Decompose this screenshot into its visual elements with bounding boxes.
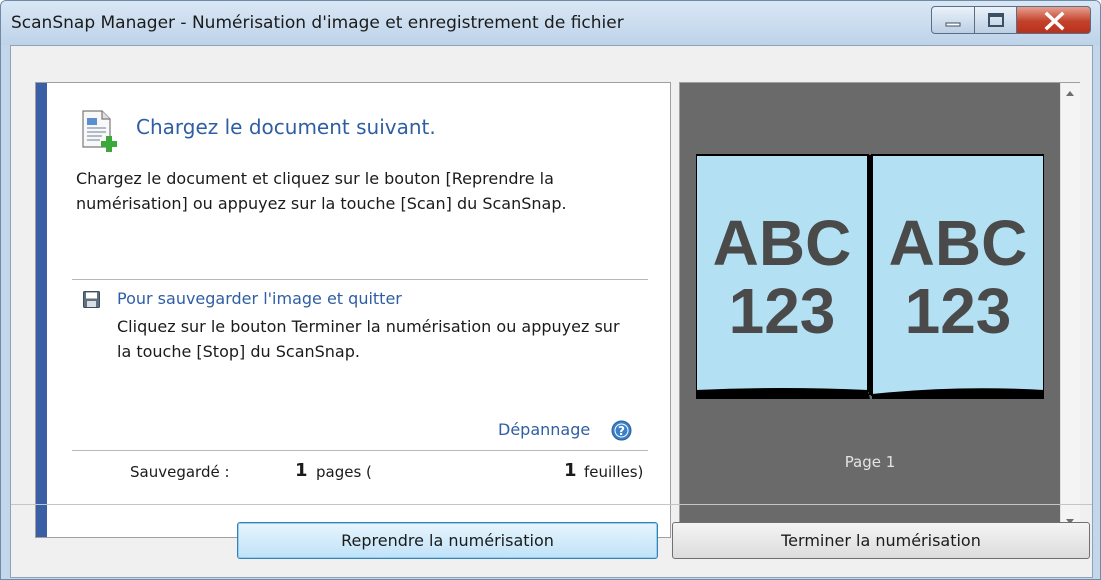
troubleshooting-link[interactable]: Dépannage [498, 420, 590, 439]
left-page-line-1: ABC [713, 207, 852, 279]
divider [72, 279, 648, 280]
page-preview: ABC 123 ABC 123 Page 1 [680, 83, 1060, 537]
minimize-button[interactable] [931, 6, 975, 34]
resume-scan-button[interactable]: Reprendre la numérisation [237, 522, 658, 559]
title-bar[interactable]: ScanSnap Manager - Numérisation d'image … [1, 1, 1100, 45]
left-page-line-2: 123 [729, 275, 836, 347]
accent-bar [36, 83, 47, 537]
scanned-page-thumbnail[interactable]: ABC 123 ABC 123 [696, 151, 1044, 399]
add-document-icon [82, 110, 117, 152]
right-page-line-1: ABC [889, 207, 1028, 279]
saved-pages-unit: pages ( [316, 463, 372, 481]
instruction-text: Chargez le document et cliquez sur le bo… [76, 169, 567, 213]
dialog-client: Chargez le document suivant. Chargez le … [10, 45, 1093, 578]
close-icon [1044, 11, 1065, 31]
status-divider [72, 450, 648, 451]
preview-panel: ABC 123 ABC 123 Page 1 [679, 82, 1080, 538]
preview-scrollbar[interactable] [1060, 83, 1080, 537]
svg-text:?: ? [618, 424, 625, 438]
scroll-up-arrow-icon[interactable] [1066, 91, 1074, 96]
close-button[interactable] [1016, 6, 1091, 34]
maximize-icon [988, 13, 1004, 27]
saved-sheets-unit: feuilles) [584, 463, 644, 481]
scansnap-window: ScanSnap Manager - Numérisation d'image … [0, 0, 1101, 580]
help-icon[interactable]: ? [611, 420, 632, 441]
page-label: Page 1 [844, 453, 896, 471]
left-page-edge [696, 389, 870, 399]
saved-pages-count: 1 [295, 460, 308, 481]
footer-divider [11, 504, 1092, 505]
save-instruction-text: Cliquez sur le bouton Terminer la numéri… [117, 317, 620, 361]
maximize-button[interactable] [974, 6, 1017, 34]
saved-sheets-count: 1 [564, 460, 577, 481]
save-heading: Pour sauvegarder l'image et quitter [117, 289, 402, 308]
saved-label: Sauvegardé : [130, 463, 230, 481]
instruction-heading: Chargez le document suivant. [136, 115, 436, 139]
right-page-line-2: 123 [905, 275, 1012, 347]
finish-scan-button[interactable]: Terminer la numérisation [672, 522, 1090, 559]
guidance-panel: Chargez le document suivant. Chargez le … [35, 82, 671, 538]
window-title: ScanSnap Manager - Numérisation d'image … [11, 13, 624, 33]
minimize-icon [945, 22, 961, 27]
save-icon [83, 291, 100, 308]
